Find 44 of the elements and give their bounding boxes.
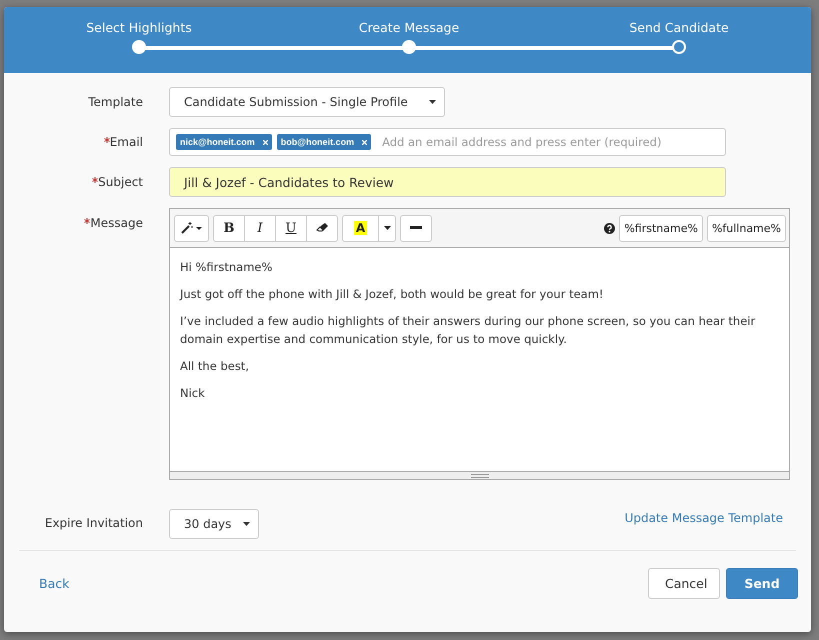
field-label: Subject: [98, 175, 143, 189]
message-paragraph: All the best,: [180, 358, 250, 375]
magic-wand-button[interactable]: [174, 214, 209, 242]
step-label: Select Highlights: [86, 20, 192, 35]
color-dropdown-button[interactable]: [378, 214, 396, 242]
email-tag: nick@honeit.com: [176, 134, 272, 150]
caret-icon: [196, 226, 202, 230]
email-tag: bob@honeit.com: [276, 134, 372, 150]
template-dropdown[interactable]: Candidate Submission - Single Profile: [169, 87, 445, 117]
send-button[interactable]: Send: [726, 568, 798, 599]
remove-icon[interactable]: [362, 140, 368, 144]
field-label: Email: [110, 135, 143, 149]
cancel-button[interactable]: Cancel: [648, 568, 720, 599]
italic-button[interactable]: I: [244, 214, 276, 242]
message-paragraph: Just got off the phone with Jill & Jozef, both would be great for your team!: [180, 286, 605, 303]
remove-icon[interactable]: [262, 140, 268, 144]
placeholder-button[interactable]: %firstname%: [619, 214, 703, 242]
back-link[interactable]: Back: [39, 576, 642, 591]
caret-icon: [384, 226, 390, 230]
resize-handle-icon[interactable]: [470, 474, 488, 478]
eraser-icon: [316, 223, 328, 233]
caret-icon: [429, 100, 436, 104]
field-label: Template: [88, 95, 143, 109]
subject-field[interactable]: Jill & Jozef - Candidates to Review: [169, 167, 726, 197]
horizontal-rule-button[interactable]: [400, 214, 432, 242]
message-paragraph: Hi %firstname%: [180, 259, 274, 276]
underline-button[interactable]: U: [275, 214, 307, 242]
bold-button[interactable]: B: [213, 214, 245, 242]
update-template-link[interactable]: Update Message Template: [624, 511, 783, 525]
highlight-button[interactable]: A: [342, 214, 379, 242]
expire-dropdown[interactable]: 30 days: [169, 509, 259, 539]
field-label: Expire Invitation: [44, 516, 143, 530]
message-paragraph: Nick: [180, 385, 206, 402]
placeholder-button[interactable]: %fullname%: [706, 214, 786, 242]
help-icon[interactable]: [604, 222, 616, 234]
step-label: Send Candidate: [629, 20, 729, 35]
message-paragraph: I’ve included a few audio highlights of their answers during our phone screen, so you can hear their domain expertise and communication style, for us to move quickly.: [180, 313, 756, 348]
caret-icon: [243, 522, 250, 526]
message-editor[interactable]: [170, 247, 789, 471]
field-label: Message: [90, 216, 143, 230]
email-field[interactable]: nick@honeit.com bob@honeit.com Add an email address and press enter (required): [169, 128, 726, 156]
magic-wand-icon: [181, 222, 193, 234]
clear-format-button[interactable]: [306, 214, 338, 242]
step-label: Create Message: [358, 20, 460, 35]
